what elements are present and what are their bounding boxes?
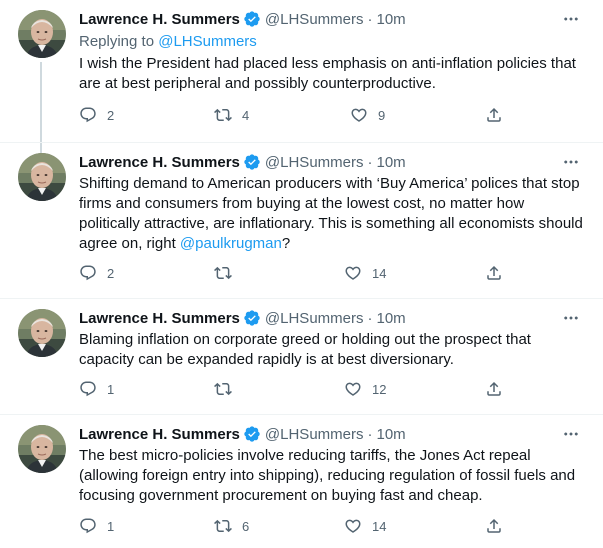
tweet-header: Lawrence H. Summers @LHSummers · 10m [79,152,585,172]
thread-line [40,62,42,143]
tweet-actions: 1 6 14 [79,516,519,536]
tweet[interactable]: Lawrence H. Summers @LHSummers · 10m Shi… [0,143,603,299]
more-icon[interactable] [561,152,581,172]
like-button[interactable]: 12 [344,379,386,399]
separator-dot: · [367,153,373,171]
tweet-text: Shifting demand to American producers wi… [79,174,585,254]
more-icon[interactable] [561,308,581,328]
tweet-actions: 1 12 [79,379,519,399]
separator-dot: · [367,10,373,28]
reply-count: 1 [107,381,115,397]
share-button[interactable] [485,379,503,399]
author-handle[interactable]: @LHSummers [265,154,364,171]
separator-dot: · [367,309,373,327]
timestamp[interactable]: 10m [376,154,405,171]
retweet-icon [214,264,232,282]
tweet-actions: 2 4 9 [79,105,519,125]
timestamp[interactable]: 10m [376,11,405,28]
avatar[interactable] [18,309,66,357]
replying-prefix: Replying to [79,33,159,50]
reply-icon [79,380,97,398]
timestamp[interactable]: 10m [376,310,405,327]
verified-badge-icon [243,309,261,327]
tweet[interactable]: Lawrence H. Summers @LHSummers · 10m Rep… [0,0,603,143]
heart-icon [344,380,362,398]
tweet[interactable]: Lawrence H. Summers @LHSummers · 10m Bla… [0,299,603,415]
reply-icon [79,106,97,124]
share-icon [485,264,503,282]
tweet-text: Blaming inflation on corporate greed or … [79,331,531,368]
share-icon [485,380,503,398]
timestamp[interactable]: 10m [376,426,405,443]
like-count: 9 [378,107,386,123]
mention-link[interactable]: @paulkrugman [180,235,282,252]
heart-icon [350,106,368,124]
retweet-count: 4 [242,107,250,123]
avatar[interactable] [18,425,66,473]
reply-button[interactable]: 2 [79,105,114,125]
more-icon[interactable] [561,424,581,444]
reply-icon [79,264,97,282]
like-count: 14 [372,265,387,281]
share-button[interactable] [485,105,503,125]
like-button[interactable]: 9 [350,105,385,125]
like-count: 12 [372,381,387,397]
thread-line [40,143,42,153]
avatar[interactable] [18,10,66,58]
retweet-count: 6 [242,518,250,534]
reply-button[interactable]: 1 [79,516,114,536]
tweet-text: I wish the President had placed less emp… [79,55,576,92]
more-icon[interactable] [561,9,581,29]
tweet-text-body: Shifting demand to American producers wi… [79,175,583,252]
reply-count: 2 [107,265,115,281]
share-icon [485,106,503,124]
retweet-icon [214,380,232,398]
retweet-button[interactable]: 4 [214,105,249,125]
author-handle[interactable]: @LHSummers [265,310,364,327]
heart-icon [344,517,362,535]
reply-icon [79,517,97,535]
share-button[interactable] [485,263,503,283]
tweet-text: The best micro-policies involve reducing… [79,447,576,504]
author-handle[interactable]: @LHSummers [265,11,364,28]
share-button[interactable] [485,516,503,536]
like-count: 14 [372,518,387,534]
retweet-icon [214,517,232,535]
author-name[interactable]: Lawrence H. Summers [79,426,240,443]
separator-dot: · [367,425,373,443]
author-handle[interactable]: @LHSummers [265,426,364,443]
tweet-thread: Lawrence H. Summers @LHSummers · 10m Rep… [0,0,603,548]
tweet[interactable]: Lawrence H. Summers @LHSummers · 10m The… [0,415,603,548]
replying-to-link[interactable]: @LHSummers [158,33,257,50]
tweet-actions: 2 14 [79,263,519,283]
reply-button[interactable]: 2 [79,263,114,283]
like-button[interactable]: 14 [344,263,386,283]
verified-badge-icon [243,425,261,443]
reply-count: 2 [107,107,115,123]
heart-icon [344,264,362,282]
reply-count: 1 [107,518,115,534]
retweet-button[interactable] [214,379,242,399]
tweet-header: Lawrence H. Summers @LHSummers · 10m [79,424,585,444]
tweet-text-tail: ? [281,235,291,252]
replying-to: Replying to @LHSummers [79,32,585,52]
retweet-button[interactable] [214,263,242,283]
reply-button[interactable]: 1 [79,379,114,399]
retweet-button[interactable]: 6 [214,516,249,536]
author-name[interactable]: Lawrence H. Summers [79,310,240,327]
verified-badge-icon [243,10,261,28]
avatar[interactable] [18,153,66,201]
author-name[interactable]: Lawrence H. Summers [79,11,240,28]
tweet-header: Lawrence H. Summers @LHSummers · 10m [79,9,585,29]
verified-badge-icon [243,153,261,171]
tweet-header: Lawrence H. Summers @LHSummers · 10m [79,308,585,328]
author-name[interactable]: Lawrence H. Summers [79,154,240,171]
share-icon [485,517,503,535]
like-button[interactable]: 14 [344,516,386,536]
retweet-icon [214,106,232,124]
